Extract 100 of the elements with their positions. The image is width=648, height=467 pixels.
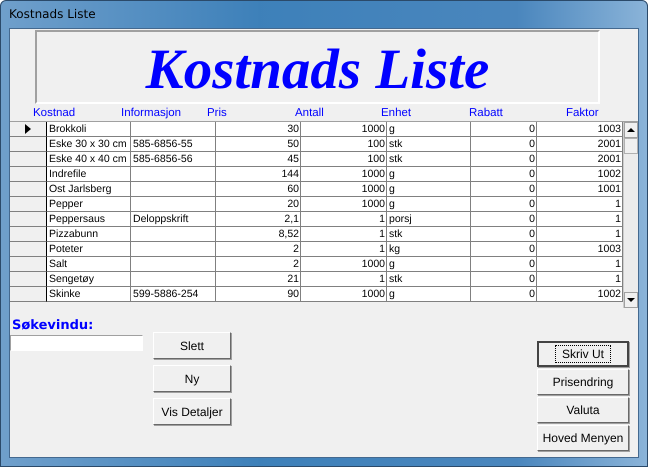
scroll-thumb[interactable] bbox=[624, 138, 638, 154]
button[interactable]: Slett bbox=[153, 332, 231, 359]
table-cell: Eske 30 x 30 cm bbox=[47, 137, 131, 152]
row-selector[interactable] bbox=[10, 242, 47, 257]
scrollbar[interactable] bbox=[623, 122, 638, 308]
down-arrow-icon bbox=[627, 298, 635, 302]
table-cell: g bbox=[387, 182, 471, 197]
table-cell: stk bbox=[387, 227, 471, 242]
table-cell: 0 bbox=[471, 152, 537, 167]
table-cell: g bbox=[387, 197, 471, 212]
button[interactable]: Hoved Menyen bbox=[537, 425, 629, 451]
button[interactable]: Valuta bbox=[537, 397, 629, 423]
table-cell: 2,1 bbox=[216, 212, 301, 227]
column-header: Pris bbox=[207, 106, 227, 118]
button[interactable]: Vis Detaljer bbox=[153, 398, 231, 425]
table-cell: 1003 bbox=[537, 122, 623, 137]
table-cell: Salt bbox=[47, 257, 131, 272]
column-header: Antall bbox=[295, 106, 324, 118]
search-field[interactable] bbox=[10, 335, 143, 351]
row-selector[interactable] bbox=[10, 182, 47, 197]
row-selector[interactable] bbox=[10, 257, 47, 272]
banner-title: Kostnads Liste bbox=[146, 40, 490, 100]
row-selector[interactable] bbox=[10, 167, 47, 182]
table-cell: g bbox=[387, 122, 471, 137]
table-cell: 2 bbox=[216, 242, 301, 257]
table-cell: stk bbox=[387, 272, 471, 287]
table-cell: 0 bbox=[471, 272, 537, 287]
table-cell: 1003 bbox=[537, 242, 623, 257]
column-header: Informasjon bbox=[121, 106, 182, 118]
table-cell: 585-6856-56 bbox=[131, 152, 216, 167]
table-cell: stk bbox=[387, 137, 471, 152]
row-selector[interactable] bbox=[10, 152, 47, 167]
table-cell: 1000 bbox=[301, 287, 387, 302]
table-cell: Poteter bbox=[47, 242, 131, 257]
scroll-down-button[interactable] bbox=[624, 292, 638, 308]
column-header: Kostnad bbox=[33, 106, 76, 118]
table-cell: 1 bbox=[301, 227, 387, 242]
table-cell: 599-5886-254 bbox=[131, 287, 216, 302]
table-cell: 1 bbox=[537, 212, 623, 227]
table-cell: 1000 bbox=[301, 167, 387, 182]
search-label: Søkevindu: bbox=[12, 318, 94, 335]
table-cell: 1000 bbox=[301, 197, 387, 212]
table-cell: 144 bbox=[216, 167, 301, 182]
table-cell: Brokkoli bbox=[47, 122, 131, 137]
column-header: Faktor bbox=[566, 106, 599, 118]
table-cell: 0 bbox=[471, 182, 537, 197]
table-cell: 45 bbox=[216, 152, 301, 167]
table-cell: 0 bbox=[471, 242, 537, 257]
scroll-up-button[interactable] bbox=[624, 122, 638, 138]
table-cell: 1002 bbox=[537, 287, 623, 302]
table-cell: 60 bbox=[216, 182, 301, 197]
row-selector[interactable] bbox=[10, 287, 47, 302]
table-cell: 1000 bbox=[301, 122, 387, 137]
table-cell: Deloppskrift bbox=[131, 212, 216, 227]
column-header: Rabatt bbox=[469, 106, 503, 118]
table-cell: 100 bbox=[301, 137, 387, 152]
table-cell: 1 bbox=[301, 242, 387, 257]
table-cell: Peppersaus bbox=[47, 212, 131, 227]
table-cell: 1 bbox=[301, 212, 387, 227]
table-cell: g bbox=[387, 167, 471, 182]
table-cell: 1 bbox=[537, 227, 623, 242]
table-cell: porsj bbox=[387, 212, 471, 227]
table-cell: Pizzabunn bbox=[47, 227, 131, 242]
column-header: Enhet bbox=[381, 106, 412, 118]
table-cell: 20 bbox=[216, 197, 301, 212]
table-cell: 50 bbox=[216, 137, 301, 152]
table-cell: 585-6856-55 bbox=[131, 137, 216, 152]
table-cell: 90 bbox=[216, 287, 301, 302]
table-cell: 0 bbox=[471, 167, 537, 182]
up-arrow-icon bbox=[627, 128, 635, 132]
button[interactable]: Ny bbox=[153, 365, 231, 392]
table-cell: 0 bbox=[471, 197, 537, 212]
table-cell: 0 bbox=[471, 287, 537, 302]
button[interactable]: Skriv Ut bbox=[537, 341, 629, 367]
table-cell: 2001 bbox=[537, 137, 623, 152]
table-cell: 1 bbox=[537, 197, 623, 212]
table-cell: 2 bbox=[216, 257, 301, 272]
table-cell: 1001 bbox=[537, 182, 623, 197]
table-cell: Skinke bbox=[47, 287, 131, 302]
row-selector[interactable] bbox=[10, 272, 47, 287]
table-cell: stk bbox=[387, 152, 471, 167]
table-cell: 0 bbox=[471, 122, 537, 137]
table-cell: 21 bbox=[216, 272, 301, 287]
table-cell: 0 bbox=[471, 257, 537, 272]
table-cell: 1002 bbox=[537, 167, 623, 182]
table-cell: 1000 bbox=[301, 182, 387, 197]
table-cell: 8,52 bbox=[216, 227, 301, 242]
table-cell: Indrefile bbox=[47, 167, 131, 182]
table-cell: 100 bbox=[301, 152, 387, 167]
table-cell: 0 bbox=[471, 212, 537, 227]
table-cell: 1 bbox=[537, 272, 623, 287]
button[interactable]: Prisendring bbox=[537, 369, 629, 395]
table-cell: Eske 40 x 40 cm bbox=[47, 152, 131, 167]
row-selector[interactable] bbox=[10, 122, 47, 137]
table-cell: 2001 bbox=[537, 152, 623, 167]
table-cell: g bbox=[387, 257, 471, 272]
row-selector[interactable] bbox=[10, 212, 47, 227]
row-selector[interactable] bbox=[10, 227, 47, 242]
row-selector[interactable] bbox=[10, 137, 47, 152]
row-selector[interactable] bbox=[10, 197, 47, 212]
